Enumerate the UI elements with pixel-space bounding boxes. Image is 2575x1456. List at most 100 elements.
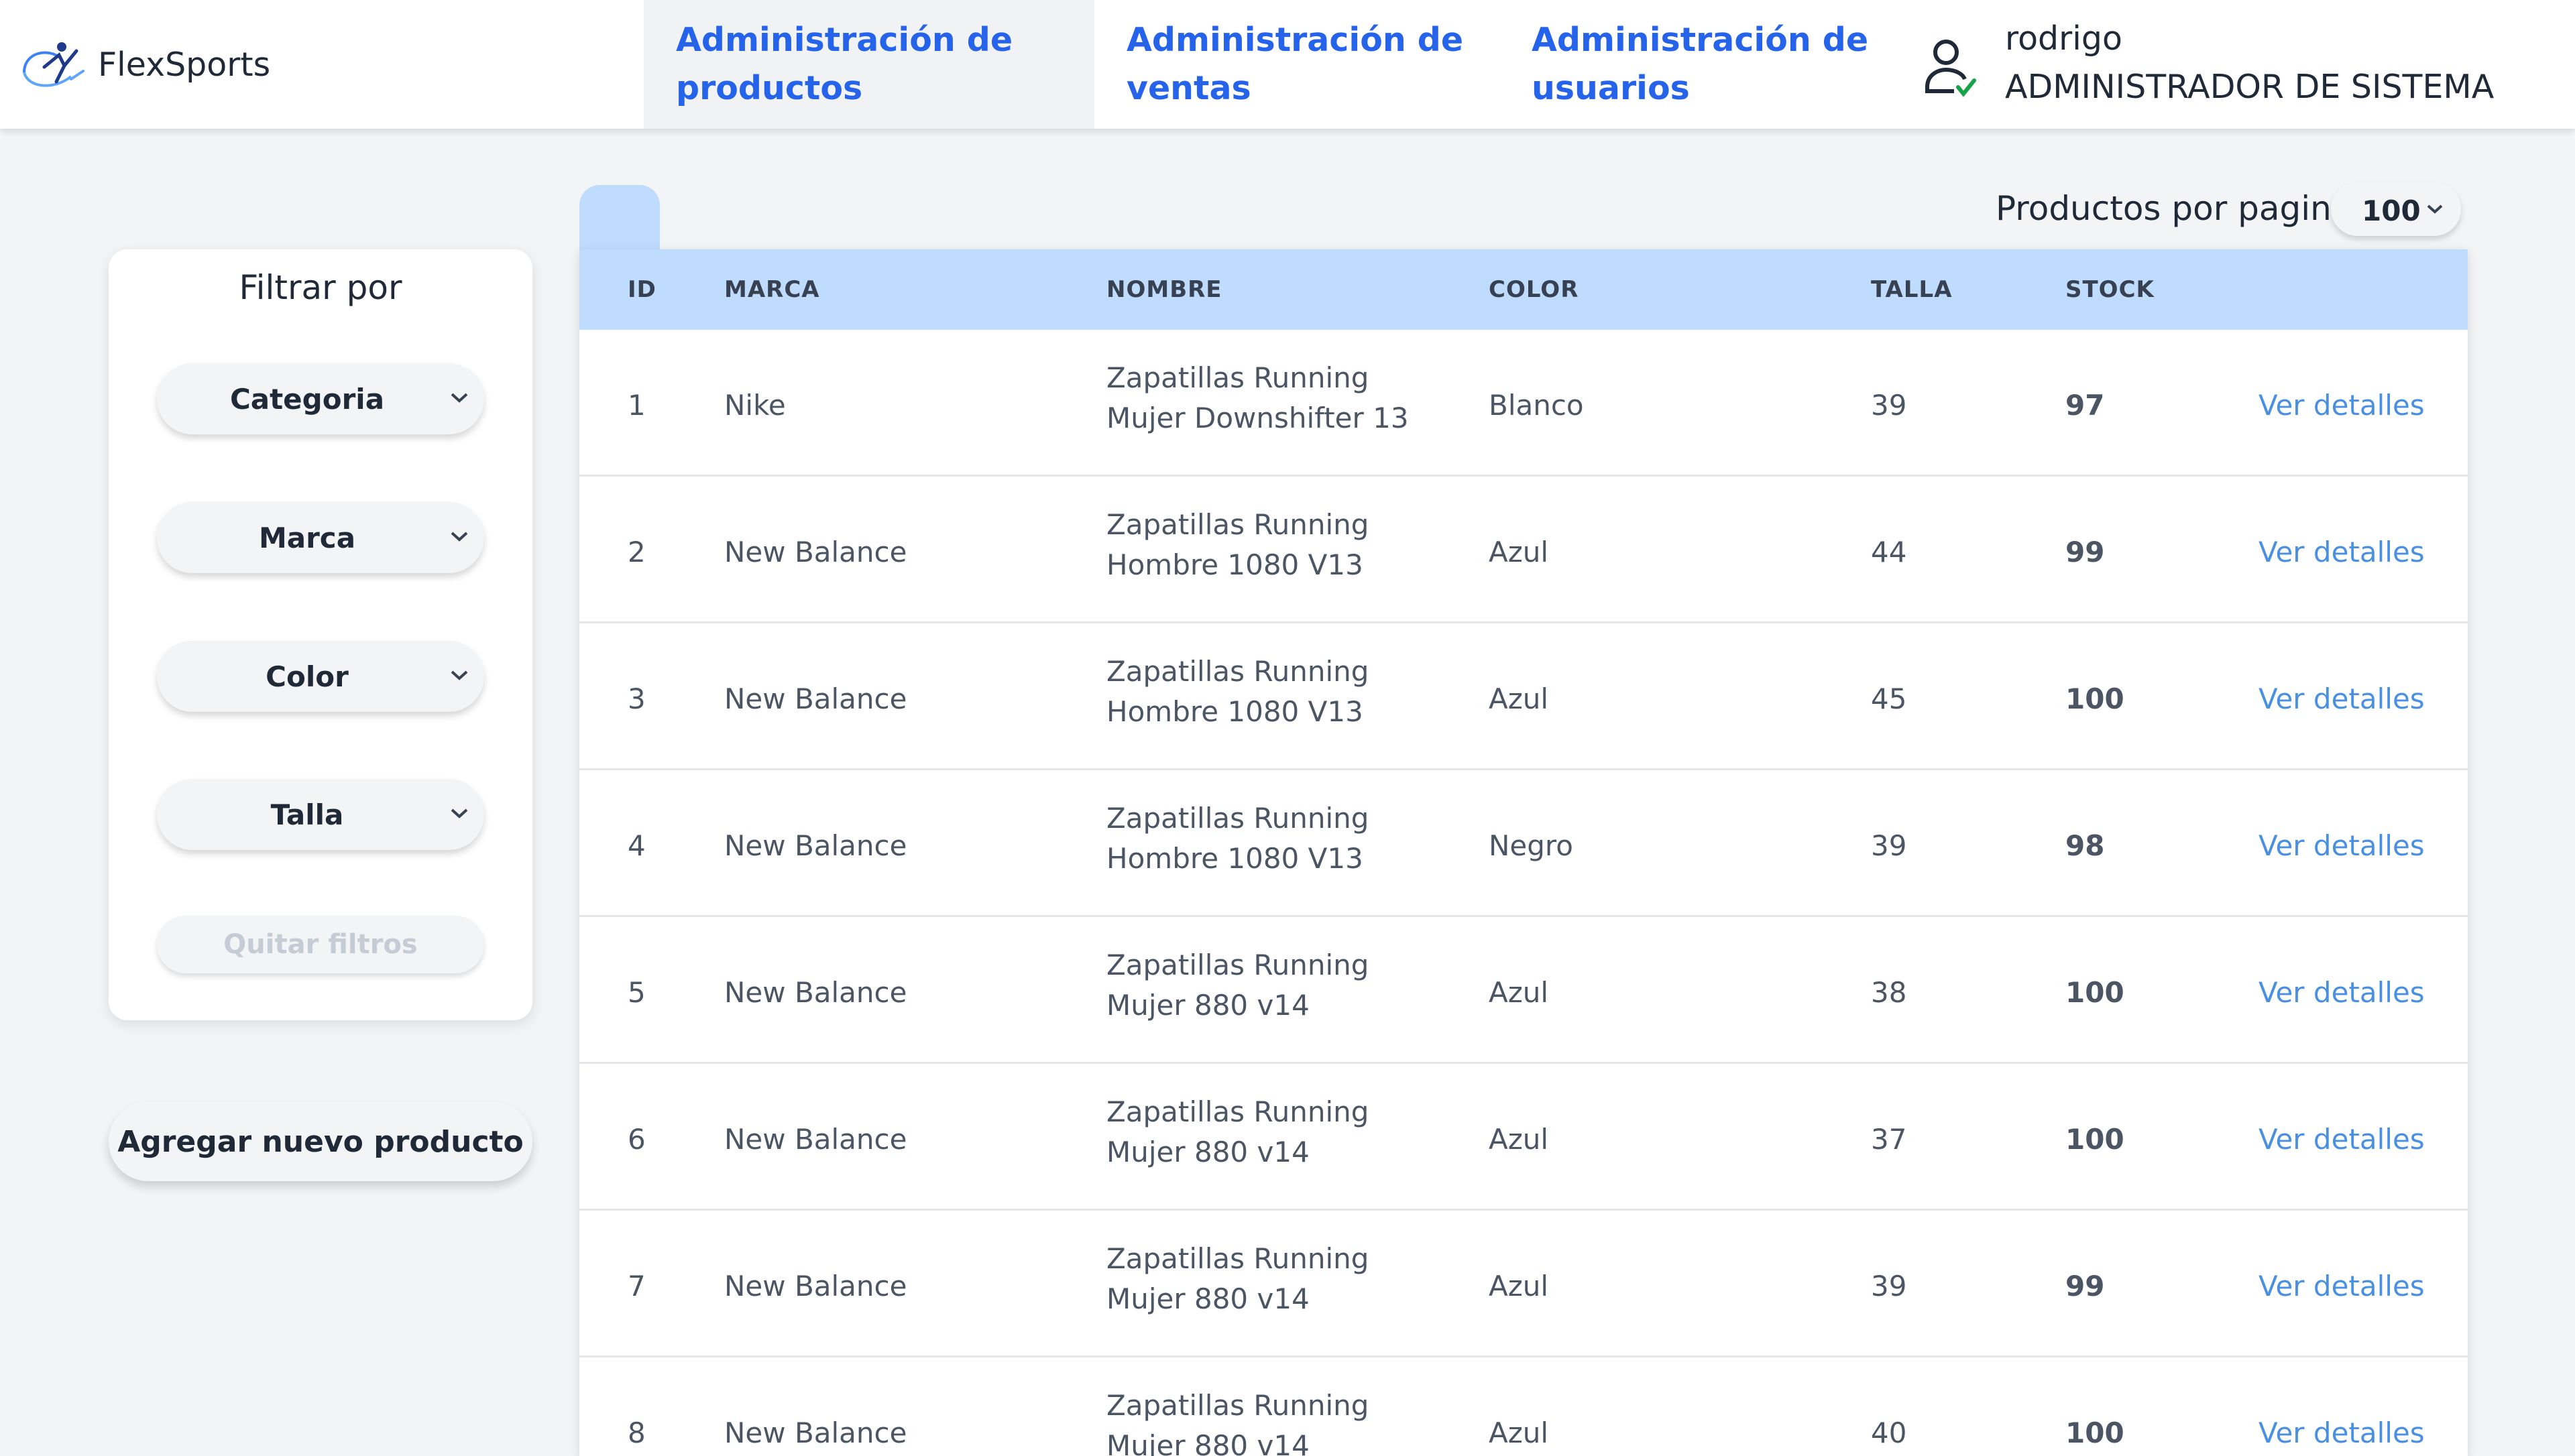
tab-label-line1: Administración de: [1532, 21, 1869, 59]
cell-brand: New Balance: [724, 1123, 907, 1156]
table-row: 5 New Balance Zapatillas Running Mujer 880 …: [579, 917, 2468, 1064]
table-row: 2 New Balance Zapatillas Running Hombre 108…: [579, 477, 2468, 623]
tab-label-line2: productos: [676, 69, 863, 107]
cell-id: 3: [628, 682, 646, 715]
cell-id: 1: [628, 389, 646, 422]
top-navigation-bar: FlexSports Administración de productos A…: [0, 0, 2575, 129]
view-details-link[interactable]: Ver detalles: [2258, 976, 2425, 1009]
cell-stock: 100: [2065, 1123, 2124, 1156]
add-product-button[interactable]: Agregar nuevo producto: [109, 1102, 532, 1181]
cell-id: 5: [628, 976, 646, 1009]
brand[interactable]: FlexSports: [15, 32, 270, 97]
cell-color: Azul: [1489, 1270, 1549, 1302]
view-details-link[interactable]: Ver detalles: [2258, 1416, 2425, 1449]
cell-brand: New Balance: [724, 536, 907, 568]
chevron-down-icon: [451, 670, 468, 680]
cell-id: 4: [628, 829, 646, 862]
cell-name-line1: Zapatillas Running: [1106, 1095, 1369, 1128]
category-filter-select[interactable]: Categoria: [157, 363, 484, 434]
cell-brand: New Balance: [724, 976, 907, 1009]
cell-stock: 97: [2065, 389, 2105, 422]
per-page-select[interactable]: 100: [2331, 182, 2461, 236]
cell-name-line1: Zapatillas Running: [1106, 949, 1369, 981]
cell-brand: New Balance: [724, 682, 907, 715]
table-row: 1 Nike Zapatillas Running Mujer Downshifter…: [579, 330, 2468, 477]
column-header-color[interactable]: COLOR: [1489, 276, 1579, 303]
per-page-value: 100: [2362, 194, 2421, 227]
cell-name-line1: Zapatillas Running: [1106, 802, 1369, 835]
chevron-down-icon: [451, 808, 468, 818]
view-details-link[interactable]: Ver detalles: [2258, 1123, 2425, 1156]
filter-title: Filtrar por: [239, 268, 402, 307]
cell-brand: New Balance: [724, 1416, 907, 1449]
select-label: Talla: [270, 798, 344, 831]
chevron-down-icon: [2427, 204, 2443, 214]
cell-stock: 100: [2065, 976, 2124, 1009]
table-row: 6 New Balance Zapatillas Running Mujer 880 …: [579, 1064, 2468, 1211]
cell-name-line1: Zapatillas Running: [1106, 361, 1369, 394]
view-details-link[interactable]: Ver detalles: [2258, 682, 2425, 715]
view-details-link[interactable]: Ver detalles: [2258, 1270, 2425, 1302]
brand-filter-select[interactable]: Marca: [157, 502, 484, 573]
view-details-link[interactable]: Ver detalles: [2258, 389, 2425, 422]
user-verified-icon: [1925, 40, 1976, 97]
cell-color: Azul: [1489, 976, 1549, 1009]
column-header-size[interactable]: TALLA: [1871, 276, 1953, 303]
column-header-id[interactable]: ID: [628, 276, 656, 303]
cell-name: Zapatillas Running Mujer 880 v14: [1106, 1092, 1369, 1172]
table-row: 4 New Balance Zapatillas Running Hombre 108…: [579, 770, 2468, 917]
filter-panel: Filtrar por Categoria Marca Color Talla …: [109, 249, 532, 1020]
cell-id: 2: [628, 536, 646, 568]
products-table: ID MARCA NOMBRE COLOR TALLA STOCK 1 Nike Z…: [579, 249, 2468, 1456]
user-role: ADMINISTRADOR DE SISTEMA: [2005, 68, 2495, 106]
cell-name: Zapatillas Running Mujer 880 v14: [1106, 1239, 1369, 1319]
cell-stock: 98: [2065, 829, 2105, 862]
cell-name: Zapatillas Running Mujer 880 v14: [1106, 1386, 1369, 1456]
cell-color: Azul: [1489, 1416, 1549, 1449]
cell-name: Zapatillas Running Hombre 1080 V13: [1106, 652, 1369, 732]
cell-name-line1: Zapatillas Running: [1106, 1242, 1369, 1275]
select-label: Color: [266, 660, 349, 693]
column-header-stock[interactable]: STOCK: [2065, 276, 2155, 303]
cell-name-line2: Mujer Downshifter 13: [1106, 402, 1409, 434]
cell-name-line2: Mujer 880 v14: [1106, 989, 1310, 1022]
cell-name-line2: Mujer 880 v14: [1106, 1429, 1310, 1456]
table-tab: [579, 185, 660, 252]
cell-stock: 99: [2065, 1270, 2105, 1302]
cell-stock: 99: [2065, 536, 2105, 568]
cell-name-line2: Mujer 880 v14: [1106, 1282, 1310, 1315]
cell-color: Azul: [1489, 682, 1549, 715]
column-header-brand[interactable]: MARCA: [724, 276, 820, 303]
cell-color: Negro: [1489, 829, 1573, 862]
view-details-link[interactable]: Ver detalles: [2258, 829, 2425, 862]
cell-size: 37: [1871, 1123, 1907, 1156]
cell-size: 38: [1871, 976, 1907, 1009]
tab-sales-admin[interactable]: Administración de ventas: [1094, 0, 1497, 129]
cell-color: Azul: [1489, 1123, 1549, 1156]
table-row: 3 New Balance Zapatillas Running Hombre 108…: [579, 623, 2468, 770]
cell-id: 6: [628, 1123, 646, 1156]
runner-logo-icon: [23, 42, 84, 87]
cell-brand: New Balance: [724, 1270, 907, 1302]
cell-size: 40: [1871, 1416, 1907, 1449]
tab-product-admin[interactable]: Administración de productos: [644, 0, 1094, 129]
clear-filters-button[interactable]: Quitar filtros: [157, 916, 484, 973]
cell-name: Zapatillas Running Mujer 880 v14: [1106, 945, 1369, 1026]
color-filter-select[interactable]: Color: [157, 641, 484, 712]
cell-name: Zapatillas Running Mujer Downshifter 13: [1106, 358, 1409, 438]
view-details-link[interactable]: Ver detalles: [2258, 536, 2425, 568]
table-row: 7 New Balance Zapatillas Running Mujer 880 …: [579, 1211, 2468, 1357]
user-name: rodrigo: [2005, 19, 2122, 58]
per-page-label: Productos por pagina:: [1996, 189, 2364, 228]
tab-user-admin[interactable]: Administración de usuarios: [1499, 0, 1902, 129]
column-header-name[interactable]: NOMBRE: [1106, 276, 1222, 303]
size-filter-select[interactable]: Talla: [157, 779, 484, 850]
table-header: ID MARCA NOMBRE COLOR TALLA STOCK: [579, 249, 2468, 330]
cell-brand: Nike: [724, 389, 786, 422]
cell-name-line2: Hombre 1080 V13: [1106, 842, 1363, 875]
cell-id: 7: [628, 1270, 646, 1302]
cell-brand: New Balance: [724, 829, 907, 862]
cell-stock: 100: [2065, 1416, 2124, 1449]
cell-name-line1: Zapatillas Running: [1106, 1389, 1369, 1422]
cell-id: 8: [628, 1416, 646, 1449]
